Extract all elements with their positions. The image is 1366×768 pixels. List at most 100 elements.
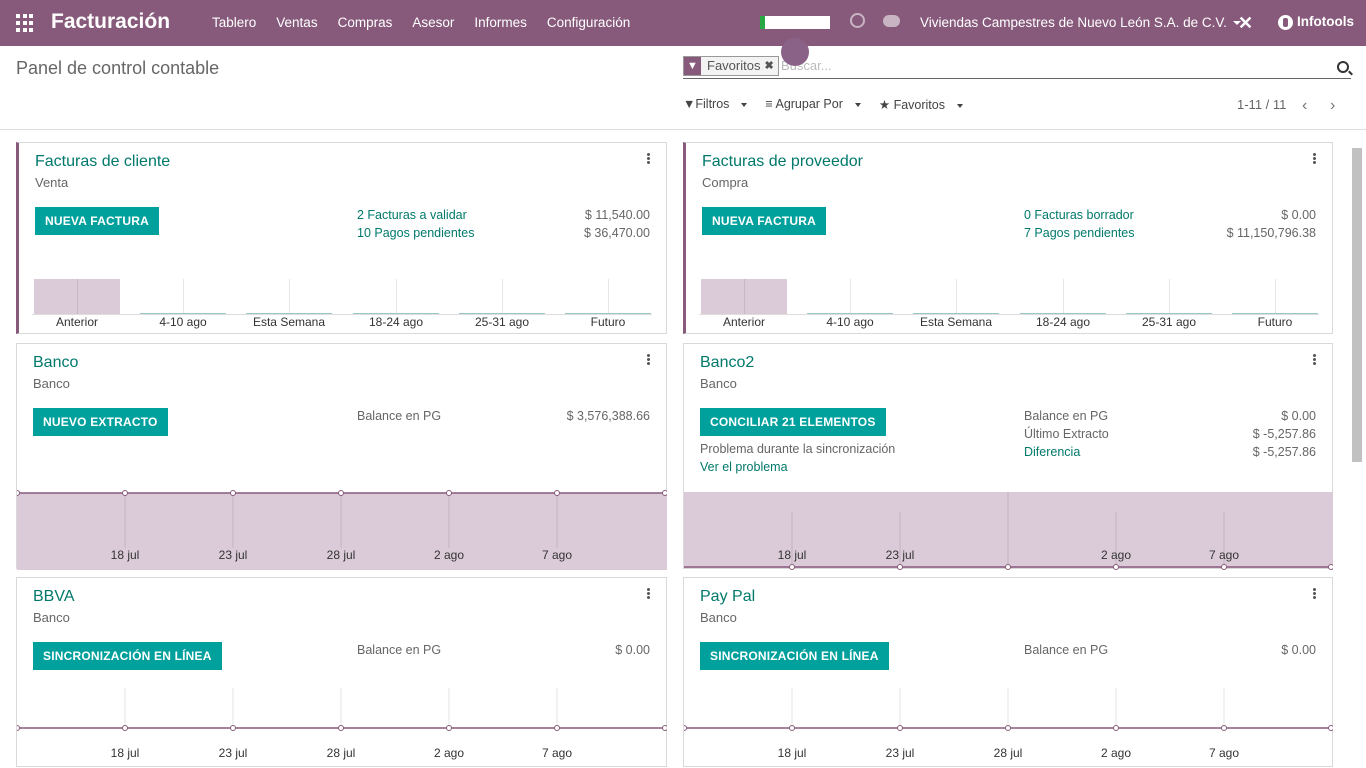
balance-label: Balance en PG xyxy=(357,409,442,423)
x-label: 7 ago xyxy=(1208,548,1240,562)
filters-label: Filtros xyxy=(695,97,730,111)
journal-card-banco: Banco Banco NUEVO EXTRACTO Balance en PG… xyxy=(16,343,667,570)
journal-name[interactable]: Facturas de proveedor xyxy=(702,153,863,171)
x-label: 23 jul xyxy=(885,548,915,562)
journal-type: Banco xyxy=(700,376,737,391)
menu-item-tablero[interactable]: Tablero xyxy=(212,15,256,30)
page-title: Panel de control contable xyxy=(16,58,220,78)
tools-icon[interactable]: ✕ xyxy=(1238,13,1253,34)
balance-label: Balance en PG xyxy=(357,643,442,657)
menu-item-configuracion[interactable]: Configuración xyxy=(547,15,630,30)
user-menu[interactable]: Infotools xyxy=(1278,14,1354,30)
journal-name[interactable]: Banco xyxy=(33,354,78,372)
kebab-menu-icon[interactable] xyxy=(647,153,650,164)
x-label: 18 jul xyxy=(110,746,140,760)
reconcile-button[interactable]: CONCILIAR 21 ELEMENTOS xyxy=(700,408,886,436)
balance-amount: $ 3,576,388.66 xyxy=(566,409,650,423)
sync-error-text: Problema durante la sincronización xyxy=(700,442,896,456)
company-name: Viviendas Campestres de Nuevo León S.A. … xyxy=(920,15,1227,30)
groupby-label: Agrupar Por xyxy=(775,97,843,111)
x-label: 28 jul xyxy=(326,548,356,562)
difference-link[interactable]: Diferencia xyxy=(1024,445,1080,459)
x-label: 2 ago xyxy=(433,746,465,760)
line-chart xyxy=(17,688,667,731)
x-label: 18-24 ago xyxy=(1035,315,1091,329)
caret-down-icon xyxy=(854,102,861,107)
journal-type: Banco xyxy=(33,376,70,391)
new-statement-button[interactable]: NUEVO EXTRACTO xyxy=(33,408,168,436)
new-bill-button[interactable]: NUEVA FACTURA xyxy=(702,207,826,235)
x-label: 28 jul xyxy=(993,746,1023,760)
pending-payments-amount: $ 11,150,796.38 xyxy=(1226,226,1316,240)
search-icon[interactable] xyxy=(1337,61,1349,73)
journal-name[interactable]: Pay Pal xyxy=(700,588,755,606)
loading-progress-bar xyxy=(760,16,830,29)
menu-item-compras[interactable]: Compras xyxy=(338,15,393,30)
online-sync-button[interactable]: SINCRONIZACIÓN EN LÍNEA xyxy=(700,642,889,670)
x-label: 25-31 ago xyxy=(474,315,530,329)
control-panel: Panel de control contable ▼ Favoritos ✖ … xyxy=(0,38,1366,130)
x-label: 23 jul xyxy=(885,746,915,760)
journal-card-sales: Facturas de cliente Venta NUEVA FACTURA … xyxy=(16,142,667,334)
x-label: Futuro xyxy=(590,315,626,329)
pager-prev-icon[interactable]: ‹ xyxy=(1302,97,1307,115)
invoices-to-validate-amount: $ 11,540.00 xyxy=(584,208,650,222)
x-label: 28 jul xyxy=(326,746,356,760)
balance-amount: $ 0.00 xyxy=(1281,643,1316,657)
difference-amount: $ -5,257.86 xyxy=(1252,445,1316,459)
search-facet[interactable]: ▼ Favoritos ✖ xyxy=(683,56,779,76)
caret-down-icon xyxy=(741,102,748,107)
pager-value: 1-11 / 11 xyxy=(1237,97,1287,112)
x-label: 4-10 ago xyxy=(159,315,207,329)
menu-item-informes[interactable]: Informes xyxy=(474,15,527,30)
scrollbar[interactable] xyxy=(1352,140,1362,766)
balance-amount: $ 0.00 xyxy=(1281,409,1316,423)
chat-icon[interactable] xyxy=(883,15,900,27)
pager-next-icon[interactable]: › xyxy=(1330,97,1335,115)
remove-facet-icon[interactable]: ✖ xyxy=(764,57,777,75)
kebab-menu-icon[interactable] xyxy=(1313,153,1316,164)
journal-name[interactable]: Banco2 xyxy=(700,354,754,372)
pending-payments-link[interactable]: 10 Pagos pendientes xyxy=(357,226,474,240)
clock-icon[interactable] xyxy=(850,13,865,28)
x-label: 25-31 ago xyxy=(1141,315,1197,329)
menu-item-asesor[interactable]: Asesor xyxy=(412,15,454,30)
groupby-dropdown[interactable]: ≡ Agrupar Por xyxy=(765,97,869,112)
draft-bills-link[interactable]: 0 Facturas borrador xyxy=(1024,208,1134,222)
kebab-menu-icon[interactable] xyxy=(1313,588,1316,599)
kebab-menu-icon[interactable] xyxy=(1313,354,1316,365)
journal-type: Venta xyxy=(35,175,69,190)
x-label: 18 jul xyxy=(110,548,140,562)
new-invoice-button[interactable]: NUEVA FACTURA xyxy=(35,207,159,235)
journal-name[interactable]: Facturas de cliente xyxy=(35,153,170,171)
main-menu: Tablero Ventas Compras Asesor Informes C… xyxy=(212,15,650,30)
company-switcher[interactable]: Viviendas Campestres de Nuevo León S.A. … xyxy=(920,15,1241,30)
favorites-dropdown[interactable]: ★ Favoritos xyxy=(879,97,972,112)
pending-payments-link[interactable]: 7 Pagos pendientes xyxy=(1024,226,1135,240)
x-label: 2 ago xyxy=(1100,746,1132,760)
x-label: Anterior xyxy=(722,315,766,329)
journal-type: Compra xyxy=(702,175,749,190)
pending-payments-amount: $ 36,470.00 xyxy=(583,226,650,240)
x-label: 18-24 ago xyxy=(368,315,424,329)
app-title: Facturación xyxy=(51,10,171,33)
draft-bills-amount: $ 0.00 xyxy=(1281,208,1316,222)
favorites-label: Favoritos xyxy=(893,98,945,112)
x-label: 7 ago xyxy=(1208,746,1240,760)
x-label: 23 jul xyxy=(218,746,248,760)
menu-item-ventas[interactable]: Ventas xyxy=(276,15,317,30)
line-chart xyxy=(684,688,1333,731)
kebab-menu-icon[interactable] xyxy=(647,354,650,365)
see-problem-link[interactable]: Ver el problema xyxy=(700,460,788,474)
last-statement-amount: $ -5,257.86 xyxy=(1252,427,1316,441)
x-label: 18 jul xyxy=(777,746,807,760)
journal-name[interactable]: BBVA xyxy=(33,588,75,606)
balance-label: Balance en PG xyxy=(1024,643,1109,657)
filters-dropdown[interactable]: ▼Filtros xyxy=(683,97,756,112)
online-sync-button[interactable]: SINCRONIZACIÓN EN LÍNEA xyxy=(33,642,222,670)
scrollbar-thumb[interactable] xyxy=(1352,148,1362,462)
journal-card-paypal: Pay Pal Banco SINCRONIZACIÓN EN LÍNEA Ba… xyxy=(683,577,1333,767)
kebab-menu-icon[interactable] xyxy=(647,588,650,599)
invoices-to-validate-link[interactable]: 2 Facturas a validar xyxy=(357,208,467,222)
apps-menu-icon[interactable] xyxy=(16,14,34,32)
